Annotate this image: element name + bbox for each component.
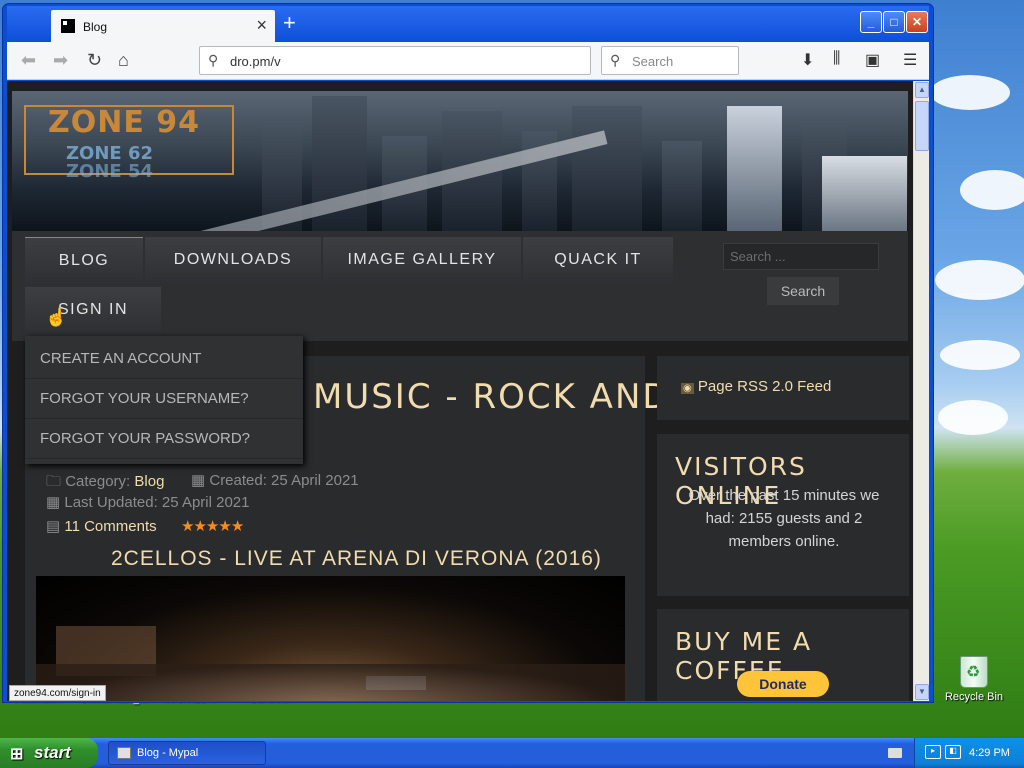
window-icon bbox=[117, 747, 131, 759]
keyboard-icon[interactable] bbox=[888, 748, 902, 758]
recycle-bin[interactable]: Recycle Bin bbox=[944, 656, 1004, 703]
site-banner: ZONE 94 ZONE 62 ZONE 54 bbox=[12, 91, 908, 231]
donate-button[interactable]: Donate bbox=[737, 671, 829, 697]
rss-link[interactable]: ◉ Page RSS 2.0 Feed bbox=[681, 378, 831, 395]
windows-flag-icon: ⊞ bbox=[10, 746, 24, 763]
calendar-icon: ▦ bbox=[46, 494, 61, 511]
create-account-link[interactable]: CREATE AN ACCOUNT bbox=[25, 339, 303, 379]
hand-cursor-icon: ☝ bbox=[45, 307, 68, 327]
recycle-bin-label: Recycle Bin bbox=[944, 691, 1004, 703]
tab-blog[interactable]: Blog × bbox=[51, 10, 275, 42]
url-text[interactable]: dro.pm/v bbox=[230, 54, 281, 69]
site-logo[interactable]: ZONE 94 ZONE 62 ZONE 54 bbox=[24, 105, 234, 182]
site-search-input[interactable]: Search ... bbox=[723, 243, 879, 270]
tab-title: Blog bbox=[83, 20, 108, 34]
forgot-password-link[interactable]: FORGOT YOUR PASSWORD? bbox=[25, 419, 303, 459]
scroll-down-icon[interactable]: ▼ bbox=[915, 684, 929, 700]
menu-item-quack-it[interactable]: QUACK IT bbox=[523, 237, 673, 283]
menu-icon[interactable]: ☰ bbox=[903, 50, 917, 70]
scroll-thumb[interactable] bbox=[915, 101, 929, 151]
comment-icon: ▤ bbox=[46, 518, 61, 535]
taskbar: ⊞ start Blog - Mypal ▸ ◧ 4:29 PM bbox=[0, 738, 1024, 768]
favicon-icon bbox=[61, 19, 75, 33]
menu-item-image-gallery[interactable]: IMAGE GALLERY bbox=[323, 237, 521, 283]
navigation-toolbar: ⬅ ➡ ↻ ⌂ ⚲ dro.pm/v ⚲ Search ⬇ ⫼ ▣ ☰ bbox=[7, 42, 929, 80]
browser-search-input[interactable]: ⚲ Search bbox=[601, 46, 739, 75]
calendar-icon: ▦ bbox=[191, 472, 206, 489]
rss-module: ◉ Page RSS 2.0 Feed bbox=[657, 356, 909, 420]
star-icon[interactable]: ★ bbox=[193, 518, 206, 535]
forgot-username-link[interactable]: FORGOT YOUR USERNAME? bbox=[25, 379, 303, 419]
network-icon[interactable]: ▸ bbox=[925, 745, 941, 759]
menu-item-downloads[interactable]: DOWNLOADS bbox=[145, 237, 321, 283]
clock[interactable]: 4:29 PM bbox=[969, 747, 1010, 759]
reload-icon[interactable]: ↻ bbox=[87, 50, 102, 71]
search-placeholder: Search bbox=[632, 54, 674, 69]
visitors-module: VISITORS ONLINE Over the past 15 minutes… bbox=[657, 434, 909, 596]
rss-icon: ◉ bbox=[681, 383, 694, 394]
sign-in-submenu: CREATE AN ACCOUNT FORGOT YOUR USERNAME? … bbox=[25, 336, 303, 464]
cloud bbox=[938, 400, 1008, 435]
cloud bbox=[935, 260, 1024, 300]
forward-icon[interactable]: ➡ bbox=[53, 50, 68, 71]
system-tray: ▸ ◧ 4:29 PM bbox=[914, 738, 1024, 768]
tab-bar: Blog × + bbox=[7, 6, 929, 42]
search-icon: ⚲ bbox=[208, 52, 219, 68]
cloud bbox=[930, 75, 1010, 110]
visitors-text: Over the past 15 minutes we had: 2155 gu… bbox=[688, 487, 880, 550]
search-icon: ⚲ bbox=[610, 52, 621, 68]
page-viewport: ZONE 94 ZONE 62 ZONE 54 BLOG DOWNLOADS I… bbox=[7, 81, 913, 701]
rating-stars[interactable]: ★★★★★ bbox=[181, 517, 244, 535]
new-tab-button[interactable]: + bbox=[283, 10, 296, 36]
star-icon[interactable]: ★ bbox=[231, 518, 244, 535]
library-icon[interactable]: ⫼ bbox=[833, 50, 840, 68]
download-icon[interactable]: ⬇ bbox=[801, 50, 814, 70]
taskbar-item-mypal[interactable]: Blog - Mypal bbox=[108, 741, 266, 765]
sidebar-icon[interactable]: ▣ bbox=[865, 50, 880, 70]
url-bar[interactable]: ⚲ dro.pm/v bbox=[199, 46, 591, 75]
video-title: 2CELLOS - LIVE AT ARENA DI VERONA (2016) bbox=[111, 547, 602, 570]
coffee-module: BUY ME A COFFEE Donate bbox=[657, 609, 909, 701]
updated-meta: ▦ Last Updated: 25 April 2021 bbox=[46, 494, 250, 511]
category-link[interactable]: Blog bbox=[134, 473, 164, 490]
start-button[interactable]: ⊞ start bbox=[0, 738, 98, 768]
star-icon[interactable]: ★ bbox=[218, 518, 231, 535]
browser-window: Blog × + _ □ ✕ ⬅ ➡ ↻ ⌂ ⚲ dro.pm/v ⚲ Sear… bbox=[2, 3, 934, 703]
tab-close-icon[interactable]: × bbox=[256, 15, 267, 36]
maximize-button[interactable]: □ bbox=[883, 11, 905, 33]
home-icon[interactable]: ⌂ bbox=[118, 50, 129, 71]
video-thumbnail[interactable] bbox=[36, 576, 625, 701]
star-icon[interactable]: ★ bbox=[181, 518, 194, 535]
security-icon[interactable]: ◧ bbox=[945, 745, 961, 759]
folder-icon: 🗀 bbox=[46, 473, 62, 490]
minimize-button[interactable]: _ bbox=[860, 11, 882, 33]
recycle-bin-icon bbox=[960, 656, 988, 688]
close-button[interactable]: ✕ bbox=[906, 11, 928, 33]
vertical-scrollbar[interactable]: ▲ ▼ bbox=[913, 81, 929, 701]
status-url: zone94.com/sign-in bbox=[9, 685, 106, 701]
created-meta: ▦ Created: 25 April 2021 bbox=[191, 472, 359, 489]
cloud bbox=[960, 170, 1024, 210]
article-title[interactable]: MUSIC - ROCK AND bbox=[313, 377, 671, 417]
back-icon[interactable]: ⬅ bbox=[21, 50, 36, 71]
menu-item-blog[interactable]: BLOG bbox=[25, 237, 143, 283]
scroll-up-icon[interactable]: ▲ bbox=[915, 82, 929, 98]
comments-link[interactable]: ▤ 11 Comments bbox=[46, 517, 157, 535]
star-icon[interactable]: ★ bbox=[206, 518, 219, 535]
site-search-button[interactable]: Search bbox=[767, 277, 839, 305]
cloud bbox=[940, 340, 1020, 370]
